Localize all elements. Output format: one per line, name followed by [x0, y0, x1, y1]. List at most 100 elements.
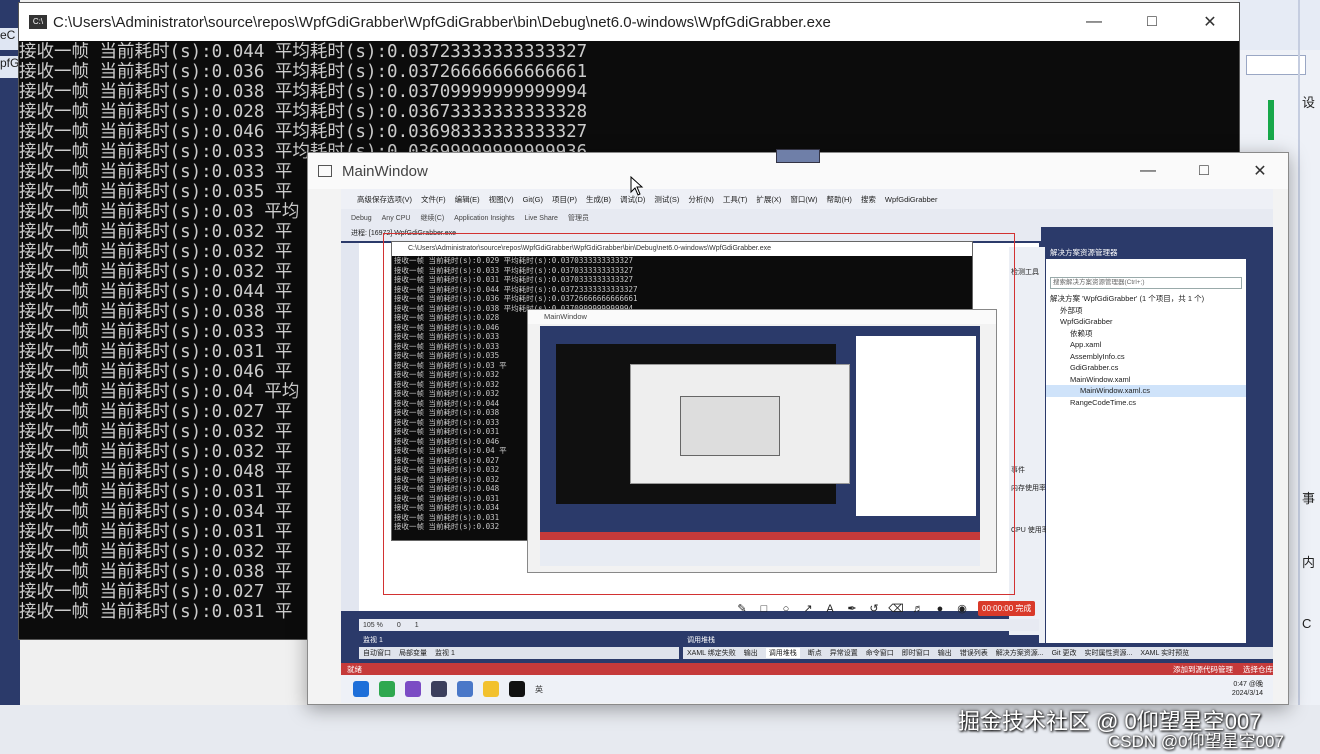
vs-menu-item[interactable]: 帮助(H): [827, 194, 852, 205]
maximize-icon[interactable]: □: [1176, 153, 1232, 189]
console-line: 接收一帧 当前耗时(s):0.036 平均耗时(s):0.03726666666…: [19, 62, 588, 82]
select-repository[interactable]: 选择仓库: [1243, 664, 1273, 675]
vs-menu-item[interactable]: 工具(T): [723, 194, 748, 205]
maximize-icon[interactable]: □: [1123, 3, 1181, 41]
bottom-tab[interactable]: 解决方案资源...: [996, 648, 1044, 658]
bottom-tab[interactable]: 调用堆栈: [765, 648, 800, 658]
nested-status-bar: [540, 532, 980, 540]
capture-grip-handle[interactable]: [776, 149, 820, 163]
main-window-title: MainWindow: [342, 162, 428, 180]
background-chip-2: 事: [1302, 491, 1316, 506]
solution-explorer-search[interactable]: 搜索解决方案资源管理器(Ctrl+;): [1050, 277, 1242, 289]
bottom-tab[interactable]: Git 更改: [1052, 648, 1077, 658]
bottom-tab[interactable]: XAML 绑定失败: [687, 648, 736, 658]
close-icon[interactable]: ✕: [1181, 3, 1239, 41]
bottom-tab[interactable]: 监视 1: [435, 648, 455, 658]
pen-icon[interactable]: ✎: [736, 603, 748, 615]
console-title: C:\Users\Administrator\source\repos\WpfG…: [53, 13, 831, 31]
record-timer-button[interactable]: 00:00:00 完成: [978, 601, 1036, 616]
warning-count[interactable]: 1: [415, 622, 419, 629]
vs-menu-item[interactable]: 窗口(W): [790, 194, 817, 205]
vs-menu-item[interactable]: 文件(F): [421, 194, 446, 205]
solution-explorer-item[interactable]: 依赖项: [1046, 328, 1246, 340]
console-line: 接收一帧 当前耗时(s):0.046 平均耗时(s):0.03698333333…: [19, 122, 588, 142]
vs-menu-item[interactable]: WpfGdiGrabber: [885, 195, 938, 204]
watermark-csdn: CSDN @0仰望星空007: [1108, 732, 1284, 751]
zoom-level[interactable]: 105 %: [363, 622, 383, 629]
error-count[interactable]: 0: [397, 622, 401, 629]
background-tab-2[interactable]: pfG: [0, 56, 20, 78]
solution-explorer-item[interactable]: AssemblyInfo.cs: [1046, 351, 1246, 363]
bottom-tab[interactable]: 实时属性资源...: [1084, 648, 1132, 658]
vs-menu-item[interactable]: 搜索: [861, 194, 876, 205]
captured-screen-image: 高级保存选项(V) 文件(F) 编辑(E) 视图(V) Git(G) 项目(P) 生成(B)…: [341, 189, 1273, 703]
solution-explorer-item[interactable]: WpfGdiGrabber: [1046, 316, 1246, 328]
bottom-tab[interactable]: 局部变量: [399, 648, 427, 658]
start-icon[interactable]: [353, 681, 369, 697]
bottom-tab[interactable]: 断点: [808, 648, 822, 658]
bottom-tab[interactable]: 输出: [744, 648, 758, 658]
bottom-tab[interactable]: 异常设置: [830, 648, 858, 658]
undo-icon[interactable]: ↺: [868, 603, 880, 615]
delete-icon[interactable]: ⌫: [888, 603, 904, 615]
bottom-tab[interactable]: 即时窗口: [902, 648, 930, 658]
console-taskbar-icon[interactable]: [509, 681, 525, 697]
bottom-tab[interactable]: 输出: [938, 648, 952, 658]
solution-explorer-item[interactable]: 解决方案 'WpfGdiGrabber' (1 个项目，共 1 个): [1046, 293, 1246, 305]
background-divider: [1298, 0, 1300, 754]
app-window-icon[interactable]: [457, 681, 473, 697]
vs-toolbar-item[interactable]: Debug: [351, 215, 372, 222]
terminal-icon[interactable]: [431, 681, 447, 697]
microphone-icon[interactable]: ●: [934, 603, 946, 615]
folder-icon[interactable]: [483, 681, 499, 697]
solution-explorer-item[interactable]: MainWindow.xaml: [1046, 374, 1246, 386]
ime-indicator[interactable]: 英: [535, 684, 543, 695]
highlighter-icon[interactable]: ✒: [846, 603, 858, 615]
vs-menu-item[interactable]: 项目(P): [552, 194, 577, 205]
nested-captured-image: [540, 326, 980, 566]
add-to-source-control[interactable]: 添加到源代码管理: [1173, 664, 1233, 675]
solution-explorer-header: 解决方案资源管理器: [1046, 247, 1246, 259]
clock-date: 2024/3/14: [1231, 690, 1263, 697]
vs-menu-item[interactable]: 高级保存选项(V): [357, 194, 412, 205]
bottom-tab[interactable]: XAML 实时预览: [1140, 648, 1189, 658]
background-vs-left: eC pfG: [0, 0, 20, 754]
solution-explorer-item[interactable]: GdiGrabber.cs: [1046, 362, 1246, 374]
vs-toolbar-item[interactable]: Application Insights: [454, 215, 514, 222]
visual-studio-icon[interactable]: [405, 681, 421, 697]
minimize-icon[interactable]: —: [1065, 3, 1123, 41]
arrow-icon[interactable]: ↗: [802, 603, 814, 615]
speaker-icon[interactable]: ♬: [912, 603, 924, 615]
text-icon[interactable]: A: [824, 603, 836, 615]
vs-toolbar-item[interactable]: 管理员: [568, 213, 589, 223]
edge-icon[interactable]: [379, 681, 395, 697]
background-combo[interactable]: [1246, 55, 1306, 75]
vs-menu-item[interactable]: Git(G): [523, 195, 543, 204]
vs-menu-item[interactable]: 分析(N): [688, 194, 713, 205]
bottom-tab[interactable]: 自动窗口: [363, 648, 391, 658]
solution-explorer-item[interactable]: MainWindow.xaml.cs: [1046, 385, 1246, 397]
close-icon[interactable]: ✕: [1232, 153, 1288, 189]
background-tab-1[interactable]: eC: [0, 28, 20, 50]
vs-toolbar-item[interactable]: Live Share: [524, 215, 557, 222]
vs-menu-item[interactable]: 测试(S): [654, 194, 679, 205]
solution-explorer-item[interactable]: RangeCodeTime.cs: [1046, 397, 1246, 409]
solution-explorer-item[interactable]: 外部项: [1046, 305, 1246, 317]
vs-menu-item[interactable]: 生成(B): [586, 194, 611, 205]
camera-icon[interactable]: ◉: [956, 603, 968, 615]
bottom-tab[interactable]: 命令窗口: [866, 648, 894, 658]
circle-icon[interactable]: ○: [780, 603, 792, 615]
console-titlebar[interactable]: C:\ C:\Users\Administrator\source\repos\…: [19, 3, 1239, 41]
vs-menu-item[interactable]: 扩展(X): [756, 194, 781, 205]
vs-menu-bar: 高级保存选项(V) 文件(F) 编辑(E) 视图(V) Git(G) 项目(P) 生成(B)…: [341, 189, 1273, 209]
vs-toolbar-item[interactable]: Any CPU: [382, 215, 411, 222]
background-green-indicator: [1268, 100, 1274, 140]
vs-menu-item[interactable]: 视图(V): [489, 194, 514, 205]
rectangle-icon[interactable]: □: [758, 603, 770, 615]
vs-menu-item[interactable]: 编辑(E): [455, 194, 480, 205]
minimize-icon[interactable]: —: [1120, 153, 1176, 189]
bottom-tab[interactable]: 错误列表: [960, 648, 988, 658]
taskbar-clock[interactable]: 0:47 @晚 2024/3/14: [1232, 680, 1263, 698]
vs-toolbar-item[interactable]: 继续(C): [420, 213, 444, 223]
solution-explorer-item[interactable]: App.xaml: [1046, 339, 1246, 351]
